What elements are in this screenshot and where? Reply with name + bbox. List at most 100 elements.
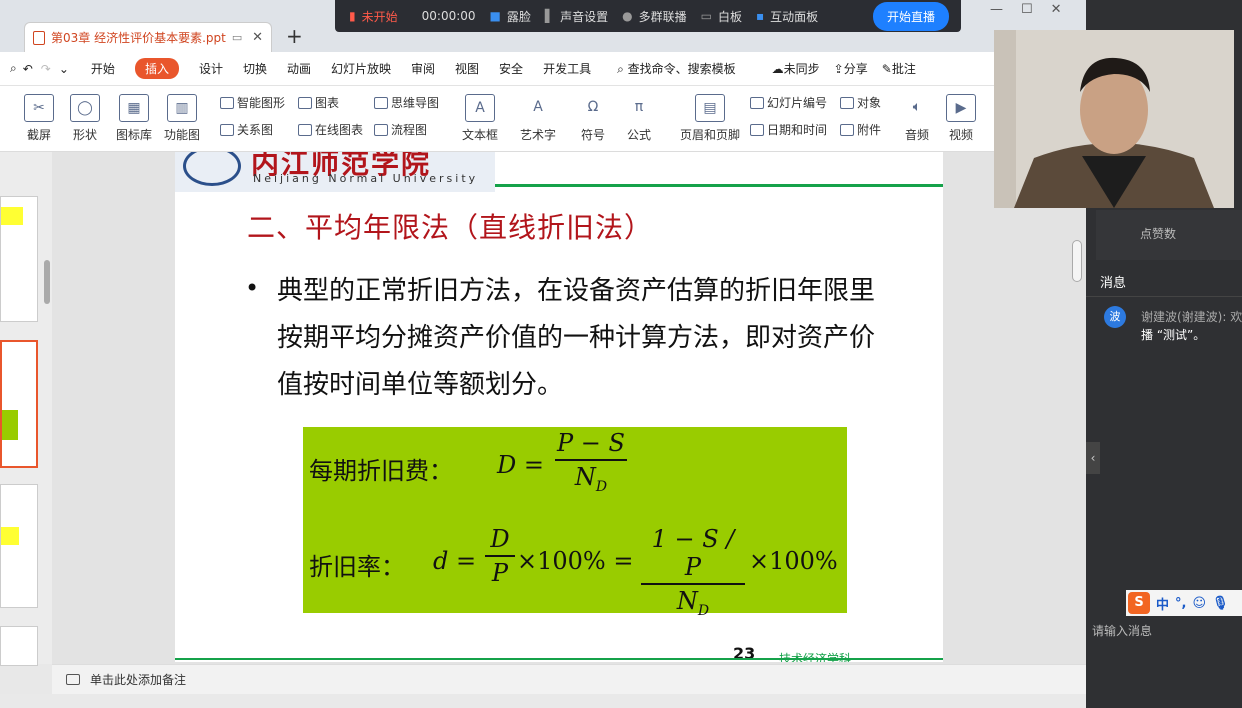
slide-thumbnail[interactable] xyxy=(0,484,38,608)
shapes-label: 形状 xyxy=(72,128,97,142)
start-live-button[interactable]: 开始直播 xyxy=(872,1,949,31)
document-tab[interactable]: 第03章 经济性评价基本要素.ppt ▭ ✕ xyxy=(24,22,272,52)
add-tab-button[interactable]: + xyxy=(286,24,303,48)
menu-design[interactable]: 设计 xyxy=(199,60,223,77)
notes-area[interactable]: 单击此处添加备注 xyxy=(52,664,1086,694)
symbol-button[interactable]: Ω 符号 xyxy=(578,94,608,143)
menu-slideshow[interactable]: 幻灯片放映 xyxy=(331,60,391,77)
menu-developer[interactable]: 开发工具 xyxy=(543,60,591,77)
header-footer-button[interactable]: ▤ 页眉和页脚 xyxy=(680,94,740,143)
textbox-button[interactable]: A 文本框 xyxy=(462,94,498,143)
shapes-button[interactable]: ◯ 形状 xyxy=(70,94,100,143)
menu-review[interactable]: 审阅 xyxy=(411,60,435,77)
comment-button[interactable]: ✎批注 xyxy=(882,60,916,77)
screenshot-icon: ✂ xyxy=(24,94,54,122)
screenshot-button[interactable]: ✂ 截屏 xyxy=(24,94,54,143)
maximize-icon[interactable]: ☐ xyxy=(1021,2,1033,17)
messages-title: 消息 xyxy=(1100,276,1127,291)
interaction-panel-button[interactable]: ▪ 互动面板 xyxy=(756,8,818,25)
close-window-icon[interactable]: ✕ xyxy=(1051,2,1062,17)
undo-icon[interactable]: ↶ xyxy=(23,62,33,76)
face-cam-label: 露脸 xyxy=(506,9,531,24)
slide-number-button[interactable]: 幻灯片编号 xyxy=(750,94,827,111)
redo-icon[interactable]: ↷ xyxy=(41,62,51,76)
slide-thumbnail[interactable] xyxy=(0,626,38,666)
microphone-icon: ▌ xyxy=(544,9,555,23)
textbox-icon: A xyxy=(465,94,495,122)
whiteboard-button[interactable]: ▭ 白板 xyxy=(701,8,742,25)
menu-animation[interactable]: 动画 xyxy=(287,60,311,77)
online-chart-icon xyxy=(298,124,312,136)
window-controls: — ☐ ✕ xyxy=(990,2,1062,17)
menu-search[interactable]: ⌕ 查找命令、搜索模板 xyxy=(617,60,736,77)
speaker-icon: 🔈︎ xyxy=(912,99,922,115)
mind-map-button[interactable]: 思维导图 xyxy=(374,94,439,111)
search-icon[interactable]: ⌕ xyxy=(10,61,17,76)
video-label: 视频 xyxy=(948,128,973,142)
input-method-toolbar[interactable]: S 中 °, ☺ 🎙︎ xyxy=(1126,590,1242,616)
icon-library-button[interactable]: ▦ 图标库 xyxy=(116,94,152,143)
slide-thumbnail[interactable] xyxy=(0,196,38,322)
menu-insert[interactable]: 插入 xyxy=(134,58,179,79)
microphone-icon[interactable]: 🎙︎ xyxy=(1212,596,1229,611)
formula1-lhs: D = xyxy=(497,451,544,479)
online-chart-button[interactable]: 在线图表 xyxy=(298,121,363,138)
likes-counter: 点赞数 xyxy=(1096,210,1242,260)
close-tab-icon[interactable]: ✕ xyxy=(252,30,263,45)
header-footer-icon: ▤ xyxy=(695,94,725,122)
icon-library-label: 图标库 xyxy=(116,128,153,142)
signal-bars-icon: ▮ xyxy=(349,9,356,23)
logo-english-text: Neijiang Normal University xyxy=(253,172,479,185)
more-chevron-icon[interactable]: ⌄ xyxy=(59,62,69,76)
thumbnail-scrollbar[interactable] xyxy=(44,260,50,304)
menu-home[interactable]: 开始 xyxy=(91,60,115,77)
chart-button[interactable]: 图表 xyxy=(298,94,339,111)
paperclip-icon xyxy=(840,124,854,136)
fraction-bar xyxy=(641,583,745,585)
formula2-label: 折旧率： xyxy=(309,553,405,581)
window-mode-icon[interactable]: ▭ xyxy=(232,31,242,44)
slide-thumbnail-selected[interactable] xyxy=(0,340,38,468)
message-input[interactable]: 请输入消息 xyxy=(1092,622,1152,639)
date-time-label: 日期和时间 xyxy=(767,123,828,137)
punctuation-icon[interactable]: °, xyxy=(1175,596,1186,611)
multi-group-button[interactable]: ● 多群联播 xyxy=(622,8,687,25)
header-divider xyxy=(495,184,943,187)
emoji-icon[interactable]: ☺ xyxy=(1192,596,1206,611)
word-art-button[interactable]: A 艺术字 xyxy=(520,94,556,143)
ime-mode[interactable]: 中 xyxy=(1156,594,1169,613)
sync-status[interactable]: ☁未同步 xyxy=(772,60,820,77)
video-button[interactable]: ▶ 视频 xyxy=(946,94,976,143)
formula1-label: 每期折旧费： xyxy=(309,457,453,485)
function-chart-button[interactable]: ▥ 功能图 xyxy=(164,94,200,143)
face-cam-button[interactable]: ■ 露脸 xyxy=(490,8,531,25)
flowchart-label: 流程图 xyxy=(391,123,428,137)
date-time-button[interactable]: 日期和时间 xyxy=(750,121,827,138)
menu-security[interactable]: 安全 xyxy=(499,60,523,77)
attachment-button[interactable]: 附件 xyxy=(840,121,881,138)
relation-chart-button[interactable]: 关系图 xyxy=(220,121,273,138)
audio-settings-button[interactable]: ▌ 声音设置 xyxy=(545,8,608,25)
slide[interactable]: 内江师范学院 Neijiang Normal University 二、平均年限… xyxy=(175,152,943,662)
object-button[interactable]: 对象 xyxy=(840,94,881,111)
formula1-fraction: P − S ND xyxy=(555,429,627,495)
smart-art-button[interactable]: 智能图形 xyxy=(220,94,285,111)
equation-button[interactable]: π 公式 xyxy=(624,94,654,143)
fraction-bar xyxy=(485,555,515,557)
collapse-panel-chevron-icon[interactable]: ‹ xyxy=(1086,442,1100,474)
users-icon: ● xyxy=(622,9,633,23)
flowchart-button[interactable]: 流程图 xyxy=(374,121,427,138)
share-button[interactable]: ⇪分享 xyxy=(834,60,868,77)
textbox-label: 文本框 xyxy=(462,128,499,142)
menu-transitions[interactable]: 切换 xyxy=(243,60,267,77)
menu-view[interactable]: 视图 xyxy=(455,60,479,77)
minimize-icon[interactable]: — xyxy=(990,2,1003,17)
word-art-label: 艺术字 xyxy=(520,128,557,142)
canvas-scrollbar[interactable] xyxy=(1072,240,1082,282)
whiteboard-label: 白板 xyxy=(717,9,742,24)
formula-box: 每期折旧费： D = P − S ND 折旧率： d = D P ×100% =… xyxy=(303,427,847,619)
audio-button[interactable]: 🔈︎ 音频 xyxy=(902,94,932,143)
chart-icon xyxy=(298,97,312,109)
thumbnail-highlight xyxy=(1,207,23,225)
message-sender: 谢建波(谢建波): 欢 xyxy=(1141,310,1242,324)
